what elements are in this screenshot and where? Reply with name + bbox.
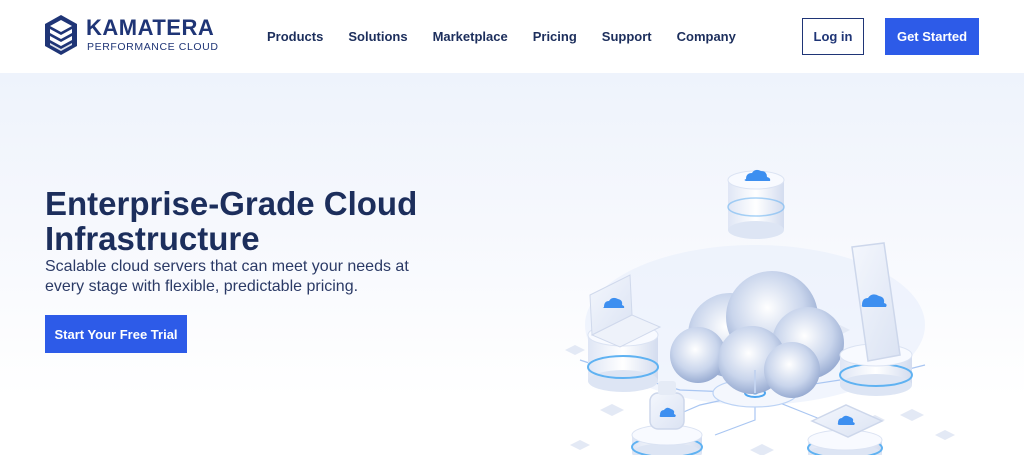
nav-item-support[interactable]: Support — [602, 27, 652, 47]
nav-item-pricing[interactable]: Pricing — [533, 27, 577, 47]
nav-item-company[interactable]: Company — [677, 27, 736, 47]
nav-item-solutions[interactable]: Solutions — [348, 27, 407, 47]
cloud-network-illustration — [565, 169, 955, 455]
hero-subtitle: Scalable cloud servers that can meet you… — [45, 258, 409, 295]
nav-item-marketplace[interactable]: Marketplace — [433, 27, 508, 47]
hero-section: Enterprise-Grade Cloud Infrastructure Sc… — [0, 73, 1024, 455]
brand-name: KAMATERA — [86, 15, 215, 40]
site-header: KAMATERA PERFORMANCE CLOUD Products Solu… — [0, 0, 1024, 73]
login-button[interactable]: Log in — [802, 18, 864, 55]
main-nav: Products Solutions Marketplace Pricing S… — [267, 27, 761, 47]
free-trial-button[interactable]: Start Your Free Trial — [45, 315, 187, 353]
hero-title: Enterprise-Grade Cloud Infrastructure — [45, 185, 418, 257]
brand-tagline: PERFORMANCE CLOUD — [87, 41, 219, 53]
kamatera-logo-icon — [45, 15, 77, 55]
nav-item-products[interactable]: Products — [267, 27, 323, 47]
brand-logo[interactable]: KAMATERA PERFORMANCE CLOUD — [44, 14, 218, 58]
top-server-node — [727, 169, 785, 239]
monitor-server-node — [807, 404, 884, 455]
get-started-button[interactable]: Get Started — [885, 18, 979, 55]
